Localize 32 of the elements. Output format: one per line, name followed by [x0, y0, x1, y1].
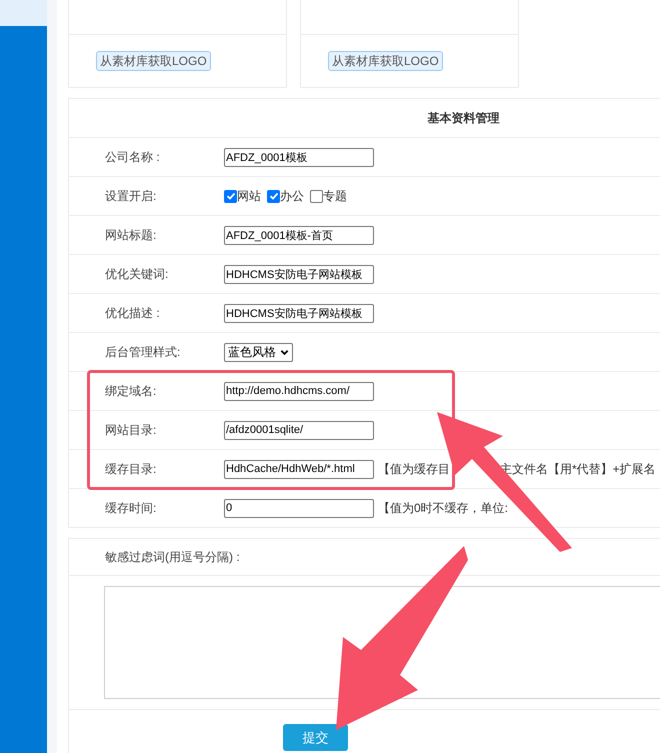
- text-field[interactable]: HDHCMS安防电子网站模板: [224, 264, 374, 284]
- field-label: 敏感过虑词(用逗号分隔) :: [104, 549, 240, 566]
- field-label: 公司名称 :: [105, 149, 160, 166]
- text-field[interactable]: 0: [224, 498, 374, 518]
- logo-library-button[interactable]: 从素材库获取LOGO: [96, 51, 211, 71]
- logo-library-button[interactable]: 从素材库获取LOGO: [328, 51, 443, 71]
- field-label: 优化描述 :: [105, 305, 160, 322]
- checkbox[interactable]: [267, 190, 280, 202]
- style-dropdown[interactable]: 蓝色风格: [224, 342, 293, 362]
- text-field[interactable]: AFDZ_0001模板-首页: [224, 226, 374, 244]
- checkbox[interactable]: [310, 190, 323, 202]
- checkbox-label: 办公: [280, 188, 304, 205]
- panel-title: 基本资料管理: [426, 110, 500, 127]
- text-field[interactable]: HDHCMS安防电子网站模板: [224, 304, 374, 322]
- checkbox-label: 专题: [323, 188, 347, 205]
- hint-text: 【值为0时不缓存，单位:: [378, 500, 508, 517]
- field-label: 网站目录:: [105, 422, 156, 439]
- text-field[interactable]: /afdz0001sqlite/: [224, 420, 374, 440]
- field-label: 设置开启:: [105, 188, 156, 205]
- checkbox-label: 网站: [237, 188, 261, 205]
- text-field[interactable]: http://demo.hdhcms.com/: [224, 382, 374, 400]
- text-field[interactable]: HdhCache/HdhWeb/*.html: [224, 460, 374, 478]
- field-label: 绑定域名:: [105, 383, 156, 400]
- field-label: 后台管理样式:: [105, 344, 180, 361]
- field-label: 缓存目录:: [105, 461, 156, 478]
- hint-text: 【值为缓存目: [378, 461, 450, 478]
- field-label: 网站标题:: [105, 227, 156, 244]
- field-label: 优化关键词:: [105, 266, 168, 283]
- checkbox[interactable]: [224, 190, 237, 202]
- text-field[interactable]: AFDZ_0001模板: [224, 148, 374, 166]
- field-label: 缓存时间:: [105, 500, 156, 517]
- chevron-down-icon: [280, 348, 289, 356]
